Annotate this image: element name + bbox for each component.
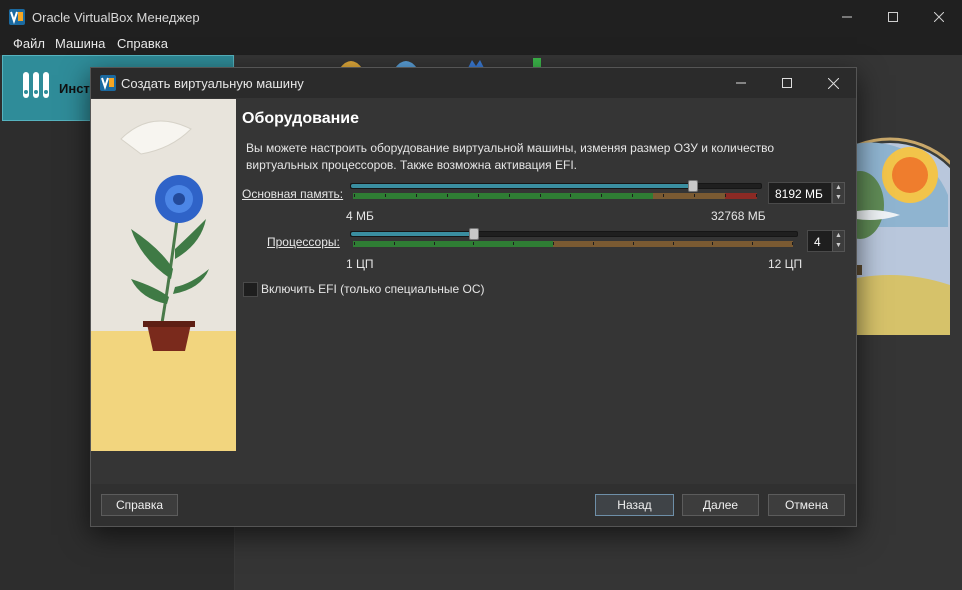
slider-tick xyxy=(712,242,713,245)
close-button[interactable] xyxy=(916,0,962,34)
chevron-up-icon[interactable]: ▲ xyxy=(833,183,844,193)
back-button[interactable]: Назад xyxy=(595,494,674,516)
slider-tick xyxy=(663,194,664,197)
cpu-input[interactable]: 4 xyxy=(807,230,833,252)
window-title: Oracle VirtualBox Менеджер xyxy=(32,10,200,25)
slider-tick xyxy=(434,242,435,245)
menu-file[interactable]: Файл xyxy=(13,36,45,51)
slider-tick xyxy=(673,242,674,245)
cpu-label: Процессоры: xyxy=(267,235,340,249)
minimize-icon xyxy=(736,82,746,84)
page-title: Оборудование xyxy=(242,110,360,127)
memory-min-label: 4 МБ xyxy=(346,209,374,223)
slider-tick xyxy=(513,242,514,245)
cpu-slider-handle[interactable] xyxy=(469,228,479,240)
slider-tick xyxy=(593,242,594,245)
memory-safe-segment xyxy=(353,193,653,199)
slider-tick xyxy=(447,194,448,197)
cpu-slider-fill xyxy=(351,232,475,236)
slider-tick xyxy=(694,194,695,197)
memory-input[interactable]: 8192 МБ xyxy=(768,182,832,204)
slider-tick xyxy=(633,242,634,245)
memory-label-text: Основная память: xyxy=(242,187,344,201)
close-icon xyxy=(827,77,839,89)
back-button-label: Назад xyxy=(617,498,652,512)
memory-spinner[interactable]: ▲ ▼ xyxy=(832,182,845,204)
slider-tick xyxy=(394,242,395,245)
maximize-icon xyxy=(888,12,898,22)
flower-illustration xyxy=(91,99,236,451)
memory-slider-track xyxy=(350,183,762,189)
efi-label[interactable]: Включить EFI (только специальные ОС) xyxy=(261,282,485,296)
memory-slider-handle[interactable] xyxy=(688,180,698,192)
dialog-minimize-button[interactable] xyxy=(719,68,763,98)
main-titlebar: Oracle VirtualBox Менеджер xyxy=(0,0,962,34)
slider-tick xyxy=(570,194,571,197)
cancel-button-label: Отмена xyxy=(784,498,829,512)
page-description: Вы можете настроить оборудование виртуал… xyxy=(246,141,775,172)
slider-tick xyxy=(416,194,417,197)
slider-tick xyxy=(752,242,753,245)
virtualbox-logo-icon xyxy=(100,75,116,91)
memory-danger-segment xyxy=(725,193,757,199)
efi-checkbox[interactable] xyxy=(243,282,258,297)
dialog-close-button[interactable] xyxy=(811,68,855,98)
dialog-maximize-button[interactable] xyxy=(765,68,809,98)
memory-label: Основная память: xyxy=(242,187,343,201)
memory-max-label: 32768 МБ xyxy=(711,209,766,223)
minimize-button[interactable] xyxy=(824,0,870,34)
cpu-min-label: 1 ЦП xyxy=(346,257,374,271)
maximize-icon xyxy=(782,78,792,88)
next-button[interactable]: Далее xyxy=(682,494,759,516)
slider-tick xyxy=(473,242,474,245)
cancel-button[interactable]: Отмена xyxy=(768,494,845,516)
slider-tick xyxy=(601,194,602,197)
slider-tick xyxy=(756,194,757,197)
menu-machine[interactable]: Машина xyxy=(55,36,105,51)
cpu-safe-segment xyxy=(353,241,553,247)
slider-tick xyxy=(540,194,541,197)
chevron-down-icon[interactable]: ▼ xyxy=(833,241,844,251)
menu-help[interactable]: Справка xyxy=(117,36,168,51)
cpu-slider-track xyxy=(350,231,798,237)
slider-tick xyxy=(509,194,510,197)
dialog-title: Создать виртуальную машину xyxy=(121,76,304,91)
slider-tick xyxy=(354,242,355,245)
slider-tick xyxy=(792,242,793,245)
slider-tick xyxy=(725,194,726,197)
help-button-label: Справка xyxy=(115,498,164,512)
next-button-label: Далее xyxy=(702,498,739,512)
cpu-spinner[interactable]: ▲ ▼ xyxy=(832,230,845,252)
slider-tick xyxy=(385,194,386,197)
help-button[interactable]: Справка xyxy=(101,494,178,516)
tools-icon xyxy=(23,72,49,98)
menubar: Файл Машина Справка xyxy=(0,34,962,55)
cpu-label-text: Процессоры: xyxy=(267,235,340,249)
cpu-max-label: 12 ЦП xyxy=(768,257,803,271)
minimize-icon xyxy=(842,16,852,18)
slider-tick xyxy=(478,194,479,197)
memory-slider[interactable] xyxy=(350,180,762,204)
maximize-button[interactable] xyxy=(870,0,916,34)
virtualbox-logo-icon xyxy=(9,9,25,25)
dialog-footer: Справка Назад Далее Отмена xyxy=(91,484,856,526)
slider-tick xyxy=(632,194,633,197)
memory-slider-fill xyxy=(351,184,694,188)
dialog-titlebar: Создать виртуальную машину xyxy=(91,68,856,98)
create-vm-dialog: Создать виртуальную машину Оборудование … xyxy=(90,67,857,527)
cpu-slider[interactable] xyxy=(350,228,800,252)
slider-tick xyxy=(553,242,554,245)
chevron-up-icon[interactable]: ▲ xyxy=(833,231,844,241)
chevron-down-icon[interactable]: ▼ xyxy=(833,193,844,203)
close-icon xyxy=(934,12,944,22)
slider-tick xyxy=(354,194,355,197)
